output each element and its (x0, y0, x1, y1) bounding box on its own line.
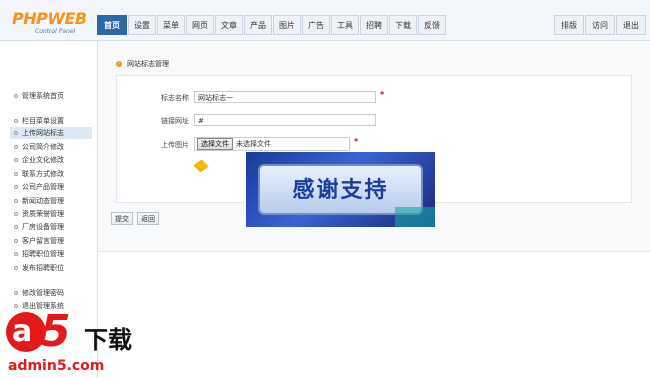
bullet-icon (14, 304, 18, 308)
sidebar-item-messages[interactable]: 客户留言管理 (14, 235, 64, 247)
sidebar-item-culture[interactable]: 企业文化修改 (14, 154, 64, 166)
choose-file-button[interactable]: 选择文件 (197, 138, 233, 150)
bullet-icon (14, 291, 18, 295)
bullet-icon (14, 158, 18, 162)
arrow-right-icon: › (116, 61, 122, 67)
bullet-icon (14, 212, 18, 216)
name-label: 标志名称 (161, 94, 189, 102)
bullet-icon (14, 94, 18, 98)
bullet-icon (14, 199, 18, 203)
sidebar-item-products[interactable]: 公司产品管理 (14, 181, 64, 193)
bullet-icon (14, 239, 18, 243)
bullet-icon (14, 172, 18, 176)
nav-downloads[interactable]: 下载 (389, 15, 417, 35)
bullet-icon (14, 185, 18, 189)
image-label: 上传图片 (161, 141, 189, 149)
bullet-icon (14, 225, 18, 229)
watermark-download: 下载 (84, 326, 132, 354)
nav-menu[interactable]: 菜单 (157, 15, 185, 35)
submit-button[interactable]: 提交 (111, 212, 133, 225)
right-nav: 排版 访问 退出 (553, 15, 646, 35)
link-url-input[interactable]: # (194, 114, 376, 126)
sidebar-item-home[interactable]: 管理系统首页 (14, 90, 64, 102)
watermark-a: a (12, 314, 33, 349)
nav-feedback[interactable]: 反馈 (418, 15, 446, 35)
nav-articles[interactable]: 文章 (215, 15, 243, 35)
thanks-text: 感谢支持 (292, 178, 389, 203)
sidebar-item-jobs[interactable]: 招聘职位管理 (14, 248, 64, 260)
bullet-icon (14, 266, 18, 270)
sidebar-item-honors[interactable]: 资质荣誉管理 (14, 208, 64, 220)
nav-products[interactable]: 产品 (244, 15, 272, 35)
nav-images[interactable]: 图片 (273, 15, 301, 35)
watermark-five: 5 (40, 306, 71, 357)
sidebar-item-menu[interactable]: 栏目菜单设置 (14, 115, 64, 127)
nav-home[interactable]: 首页 (97, 15, 127, 35)
bullet-icon (14, 131, 18, 135)
sidebar-item-contact[interactable]: 联系方式修改 (14, 168, 64, 180)
logo-text: PHPWEB (12, 9, 87, 28)
bullet-icon (14, 145, 18, 149)
logo: PHPWEB Control Panel (6, 9, 90, 39)
bullet-icon (14, 119, 18, 123)
main-nav: 首页 设置 菜单 网页 文章 产品 图片 广告 工具 招聘 下载 反馈 (97, 15, 447, 35)
sidebar-item-post-job[interactable]: 发布招聘职位 (14, 262, 64, 274)
watermark-url: admin5.com (8, 358, 105, 374)
required-mark: * (380, 90, 385, 99)
file-status-text: 未选择文件 (236, 140, 271, 148)
back-button[interactable]: 返回 (137, 212, 159, 225)
section-title: › 网站标志管理 (116, 60, 169, 68)
nav-jobs[interactable]: 招聘 (360, 15, 388, 35)
teal-corner (395, 207, 435, 227)
nav-pages[interactable]: 网页 (186, 15, 214, 35)
nav-tools[interactable]: 工具 (331, 15, 359, 35)
thanks-banner: 感谢支持 (246, 152, 435, 227)
file-upload-field: 选择文件 未选择文件 (194, 137, 350, 151)
watermark: a 5 下载 admin5.com (0, 306, 170, 378)
nav-ads[interactable]: 广告 (302, 15, 330, 35)
nav-visit[interactable]: 访问 (585, 15, 615, 35)
nav-layout[interactable]: 排版 (554, 15, 584, 35)
sidebar-item-logo[interactable]: 上传网站标志 (10, 127, 92, 139)
logo-name-input[interactable]: 网站标志一 (194, 91, 376, 103)
bullet-icon (14, 252, 18, 256)
sidebar-item-news[interactable]: 新闻动态管理 (14, 195, 64, 207)
nav-settings[interactable]: 设置 (128, 15, 156, 35)
sidebar-item-password[interactable]: 修改管理密码 (14, 287, 64, 299)
nav-logout[interactable]: 退出 (616, 15, 646, 35)
link-label: 链接网址 (161, 117, 189, 125)
required-mark: * (354, 137, 359, 146)
sidebar-item-profile[interactable]: 公司简介修改 (14, 141, 64, 153)
top-bar: PHPWEB Control Panel 首页 设置 菜单 网页 文章 产品 图… (0, 0, 650, 41)
logo-subtitle: Control Panel (35, 28, 76, 35)
sidebar-item-equipment[interactable]: 厂房设备管理 (14, 221, 64, 233)
